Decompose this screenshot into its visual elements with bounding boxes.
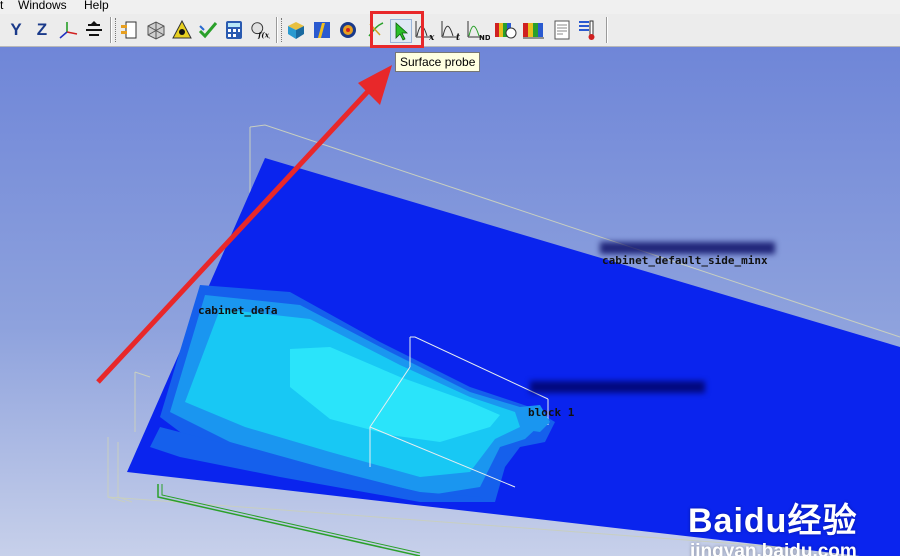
plot-nd-icon[interactable]: ND xyxy=(466,19,490,41)
view-z-button[interactable]: Z xyxy=(32,19,52,41)
wireframe-edge xyxy=(134,371,151,378)
check-icon[interactable] xyxy=(198,19,218,41)
svg-text:f(x): f(x) xyxy=(257,30,270,39)
toolbar-grip[interactable] xyxy=(115,18,119,42)
cfd-model xyxy=(96,65,900,556)
svg-text:t: t xyxy=(456,33,461,41)
calculator-icon[interactable] xyxy=(224,19,244,41)
menu-help[interactable]: Help xyxy=(84,0,109,12)
report-icon[interactable] xyxy=(552,19,572,41)
toolbar: Y Z f(x) x t ND xyxy=(0,14,900,47)
toolbar-separator xyxy=(110,17,112,43)
watermark-brand: Baidu经验 xyxy=(688,502,858,540)
align-icon[interactable] xyxy=(84,19,104,41)
axes-icon[interactable] xyxy=(58,19,78,41)
menu-bar: t Windows Help xyxy=(0,0,900,14)
thermometer-icon[interactable] xyxy=(576,19,596,41)
view-y-button[interactable]: Y xyxy=(6,19,26,41)
watermark-url: jingyan.baidu.com xyxy=(690,541,857,556)
isosurface-icon[interactable] xyxy=(338,19,358,41)
radiation-icon[interactable] xyxy=(172,19,192,41)
surface-label-cabinet-top: cabinet_default_side_minx xyxy=(602,254,768,267)
contour-report-icon[interactable] xyxy=(494,19,518,41)
3d-viewport[interactable]: cabinet_default_side_minx cabinet_defa b… xyxy=(0,47,900,556)
menu-windows[interactable]: Windows xyxy=(18,0,67,12)
toolbar-grip[interactable] xyxy=(281,18,285,42)
svg-text:ND: ND xyxy=(479,34,490,41)
toolbar-separator xyxy=(606,17,608,43)
blurred-region xyxy=(600,242,775,254)
section-icon[interactable] xyxy=(120,19,140,41)
object-icon[interactable] xyxy=(286,19,306,41)
color-scale-icon[interactable] xyxy=(522,19,546,41)
toolbar-separator xyxy=(276,17,278,43)
surface-label-block: block 1 xyxy=(528,406,575,419)
surface-label-cabinet-left: cabinet_defa xyxy=(198,304,278,317)
function-icon[interactable]: f(x) xyxy=(250,19,270,41)
plane-cut-icon[interactable] xyxy=(312,19,332,41)
wireframe-edge xyxy=(107,437,126,503)
watermark: Baidu经验 jingyan.baidu.com xyxy=(688,502,857,556)
plot-t-icon[interactable]: t xyxy=(440,19,464,41)
svg-text:x: x xyxy=(428,33,435,41)
mesh-icon[interactable] xyxy=(146,19,166,41)
tooltip: Surface probe xyxy=(395,52,481,72)
blurred-region xyxy=(530,381,705,393)
tool-highlight-box xyxy=(370,11,424,48)
menu-partial-item[interactable]: t xyxy=(0,0,3,12)
